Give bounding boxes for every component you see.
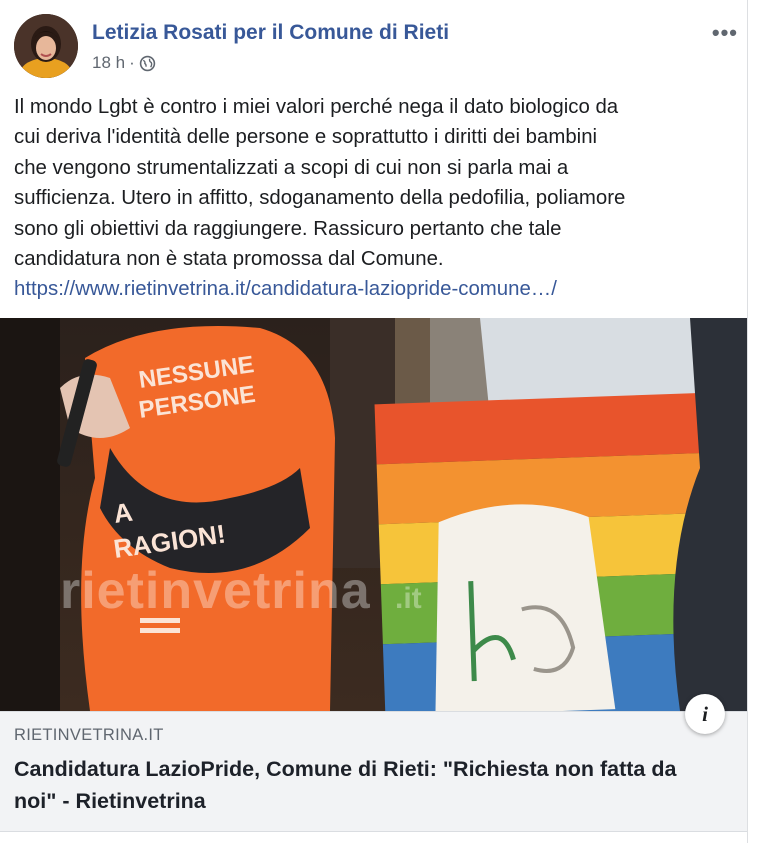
post-body: Il mondo Lgbt è contro i miei valori per… xyxy=(14,96,626,271)
facebook-post: Letizia Rosati per il Comune di Rieti 18… xyxy=(0,0,747,843)
post-header: Letizia Rosati per il Comune di Rieti 18… xyxy=(14,14,744,78)
avatar-photo xyxy=(14,14,78,78)
info-icon[interactable]: i xyxy=(685,694,725,734)
post-timestamp[interactable]: 18 h xyxy=(92,53,125,73)
author-name[interactable]: Letizia Rosati per il Comune di Rieti xyxy=(92,21,449,45)
post-text: Il mondo Lgbt è contro i miei valori per… xyxy=(14,92,739,305)
more-options-button[interactable]: ••• xyxy=(712,20,738,46)
image-watermark: rietinvetrina xyxy=(60,562,371,620)
meta-separator: · xyxy=(129,53,135,72)
preview-photo: NESSUNE PERSONE A RAGION! rietinvetrina … xyxy=(0,318,747,711)
preview-caption[interactable]: RIETINVETRINA.IT Candidatura LazioPride,… xyxy=(0,711,747,832)
author-avatar[interactable] xyxy=(14,14,78,78)
post-border xyxy=(747,0,748,843)
preview-domain: RIETINVETRINA.IT xyxy=(14,726,164,744)
image-watermark-suffix: .it xyxy=(395,582,422,615)
link-preview[interactable]: NESSUNE PERSONE A RAGION! rietinvetrina … xyxy=(0,318,747,832)
globe-icon[interactable] xyxy=(139,55,156,72)
preview-image[interactable]: NESSUNE PERSONE A RAGION! rietinvetrina … xyxy=(0,318,747,711)
post-link[interactable]: https://www.rietinvetrina.it/candidatura… xyxy=(14,274,739,304)
preview-title[interactable]: Candidatura LazioPride, Comune di Rieti:… xyxy=(14,753,714,817)
post-meta: 18 h · xyxy=(92,53,156,73)
